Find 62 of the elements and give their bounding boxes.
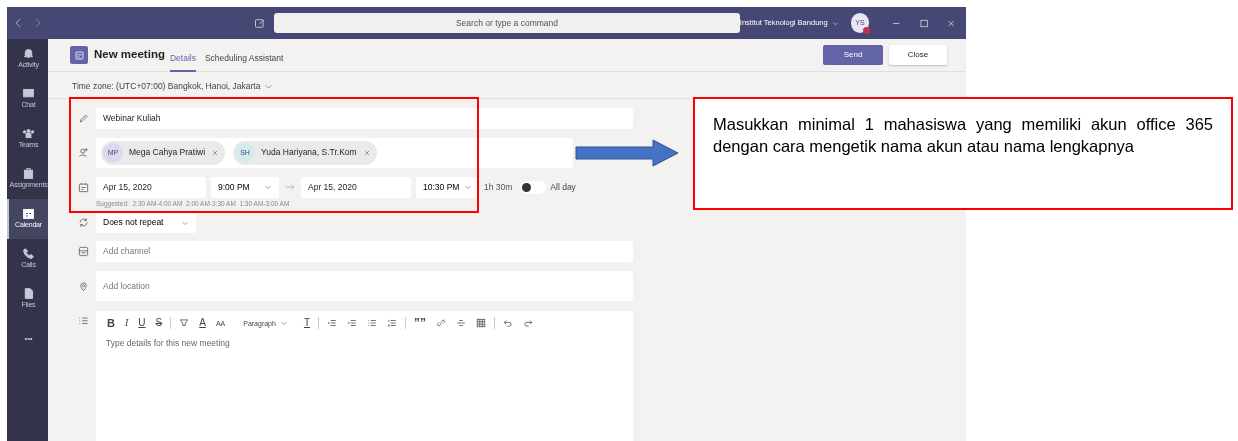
pencil-icon [77, 112, 89, 124]
calendar-icon [77, 181, 89, 193]
table-icon [476, 318, 487, 329]
start-date-field[interactable]: Apr 15, 2020 [96, 176, 206, 198]
link-icon [436, 318, 447, 329]
remove-icon[interactable] [211, 148, 220, 157]
strikethrough-button[interactable]: S [150, 318, 168, 329]
rail-icon [22, 287, 35, 301]
rail-icon [22, 207, 35, 221]
add-person-icon [77, 147, 89, 159]
maximize-icon[interactable] [918, 17, 929, 29]
bold-button[interactable]: B [102, 317, 120, 329]
location-field[interactable]: Add location [96, 271, 633, 302]
calendar-icon [70, 46, 88, 64]
send-button[interactable]: Send [823, 45, 883, 65]
chevron-icon [464, 183, 472, 192]
outdent-icon [327, 318, 338, 329]
redo-icon [523, 318, 534, 329]
meeting-title: New meeting [94, 47, 165, 63]
clear-format-button[interactable]: T [298, 318, 316, 329]
duration-text: 1h 30m [484, 180, 513, 194]
undo-icon [503, 318, 514, 329]
end-time-dropdown[interactable]: 10:30 PM [416, 176, 479, 198]
arrow-icon [575, 139, 679, 167]
numbered-list-icon [387, 318, 398, 329]
repeat-icon [77, 217, 89, 229]
bulleted-list-icon [367, 318, 378, 329]
remove-icon[interactable] [362, 148, 371, 157]
quote-button[interactable]: ”” [409, 317, 432, 330]
horizontal-rule-icon [456, 318, 467, 329]
search-field[interactable]: Search or type a command [274, 13, 740, 33]
close-button[interactable]: Close [889, 45, 947, 65]
more-button[interactable]: ••• [7, 319, 48, 359]
all-day-label: All day [550, 180, 576, 194]
start-time-dropdown[interactable]: 9:00 PM [211, 176, 279, 198]
annotation-text: Masukkan minimal 1 mahasiswa yang memiliki akun office 365 dengan cara mengetik nama akun atau nama lengkapnya [693, 97, 1233, 210]
channel-field[interactable]: Add channel [96, 241, 633, 263]
channel-icon [77, 246, 89, 258]
highlighter-icon [179, 318, 190, 329]
rail-icon [22, 127, 35, 141]
chevron-icon [831, 19, 839, 27]
compose-icon[interactable] [254, 16, 267, 30]
title-field[interactable]: Webinar Kuliah [96, 107, 633, 129]
rail-icon [22, 47, 35, 61]
all-day-toggle[interactable] [520, 180, 547, 194]
underline-button[interactable]: U [133, 318, 151, 329]
indent-icon [347, 318, 358, 329]
rail-icon [22, 247, 35, 261]
repeat-dropdown[interactable]: Does not repeat [96, 212, 196, 234]
location-icon [77, 280, 89, 292]
details-field[interactable]: Type details for this new meeting [106, 337, 627, 350]
end-date-field[interactable]: Apr 15, 2020 [301, 176, 411, 198]
tab[interactable]: Scheduling Assistant [204, 43, 284, 73]
italic-button[interactable]: I [119, 318, 134, 329]
chevron-icon [279, 319, 288, 328]
chevron-icon [264, 183, 272, 192]
arrow-icon [284, 182, 296, 193]
rail-icon [22, 167, 35, 181]
tab[interactable]: Details [169, 43, 196, 73]
font-color-button[interactable]: A [194, 318, 211, 329]
timezone-dropdown[interactable]: Time zone: (UTC+07:00) Bangkok, Hanoi, Jakarta [72, 80, 274, 93]
presence-dot [863, 27, 871, 34]
